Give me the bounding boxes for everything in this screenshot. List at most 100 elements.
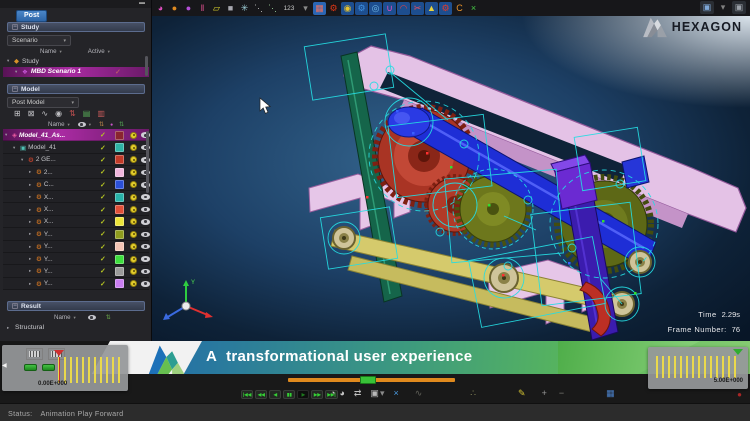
trace-dots-green-icon[interactable]: ⋱ xyxy=(266,2,279,15)
enabled-check[interactable]: ✓ xyxy=(100,144,106,152)
display-bodies-icon[interactable]: ◕ xyxy=(154,2,167,15)
render-mode-icon[interactable] xyxy=(130,243,137,251)
enabled-check[interactable]: ✓ xyxy=(100,156,106,164)
expand-arrow-icon[interactable]: ▾ xyxy=(5,132,12,138)
ball-marker-icon[interactable]: ◉ xyxy=(341,1,354,15)
enabled-check[interactable]: ✓ xyxy=(100,218,106,226)
expand-arrow-icon[interactable]: ▾ xyxy=(21,157,28,163)
active-check[interactable]: ✓ xyxy=(115,68,121,76)
stop-record-icon[interactable]: ● xyxy=(737,390,742,399)
tree-row-part[interactable]: ▸ ⚙ X... ✓ xyxy=(3,191,150,203)
cut-axes-icon[interactable]: ✂ xyxy=(411,1,424,15)
filter-icon[interactable]: ▾ xyxy=(74,315,76,321)
color-swatch[interactable] xyxy=(115,167,124,177)
range-end-button[interactable] xyxy=(42,364,55,371)
enabled-check[interactable]: ✓ xyxy=(100,267,106,275)
visibility-eye-icon[interactable] xyxy=(141,268,150,275)
tree-scrollbar[interactable] xyxy=(146,131,149,193)
tree-row-part[interactable]: ▸ ⚙ 2... ✓ xyxy=(3,166,150,178)
post-model-dropdown[interactable]: Post Model ▾ xyxy=(7,97,79,108)
enabled-check[interactable]: ✓ xyxy=(100,280,106,288)
render-mode-icon[interactable] xyxy=(130,255,137,263)
tab-post[interactable]: Post xyxy=(16,10,48,22)
collapse-icon[interactable]: − xyxy=(12,86,18,92)
curve-dim-icon[interactable]: ∿ xyxy=(415,387,423,399)
timeline-slider-handle[interactable] xyxy=(360,376,376,384)
filter-icon[interactable]: ▾ xyxy=(60,49,62,55)
visibility-eye-icon[interactable] xyxy=(141,243,150,250)
tree-row-part[interactable]: ▸ ⚙ Y... ✓ xyxy=(3,228,150,240)
expand-arrow-icon[interactable]: ▸ xyxy=(29,207,36,213)
visibility-eye-icon[interactable] xyxy=(141,256,150,262)
expand-arrow-icon[interactable]: ▾ xyxy=(7,58,14,64)
record-video-icon[interactable]: ▣ xyxy=(370,387,379,399)
minimize-icon[interactable]: ▬ xyxy=(139,0,145,6)
plot-panel-icon[interactable]: ▦ xyxy=(313,1,326,15)
rotate-c-icon[interactable]: C xyxy=(453,2,466,15)
sphere-orange-icon[interactable]: ● xyxy=(168,2,181,15)
trace-dots-icon[interactable]: ⋱ xyxy=(252,2,265,15)
cube-visibility-icon[interactable]: ■ xyxy=(224,2,237,15)
node-dim-icon[interactable]: ∴ xyxy=(470,387,476,399)
plus-icon[interactable]: + xyxy=(542,387,547,399)
viewport-3d-model[interactable]: Y xyxy=(152,16,750,341)
u-joint-icon[interactable]: ∪ xyxy=(383,1,396,15)
fit-expand-icon[interactable]: × xyxy=(467,2,480,15)
tree-row-part[interactable]: ▸ ⚙ C... ✓ xyxy=(3,179,150,191)
import-table-icon[interactable]: ▤ xyxy=(83,109,91,118)
expand-animation-icon[interactable]: × xyxy=(393,387,398,399)
color-swatch[interactable] xyxy=(115,217,124,227)
eye-column-icon[interactable] xyxy=(87,315,96,320)
color-swatch[interactable] xyxy=(115,155,124,165)
reorder-column-green-icon[interactable]: ⇅ xyxy=(119,121,124,128)
range-start-button[interactable] xyxy=(24,364,37,371)
tree-row-part[interactable]: ▸ ⚙ Y... ✓ xyxy=(3,265,150,277)
color-swatch[interactable] xyxy=(115,130,124,140)
go-start-button[interactable]: |◀◀ xyxy=(241,390,254,399)
export-table-icon[interactable]: ▥ xyxy=(97,109,105,118)
annotate-pencil-icon[interactable]: ✎ xyxy=(518,387,526,399)
hex-gear-icon[interactable]: ⚙ xyxy=(327,2,340,15)
expand-arrow-icon[interactable]: ▾ xyxy=(15,69,22,75)
color-swatch[interactable] xyxy=(115,192,124,202)
record-caret-icon[interactable]: ▾ xyxy=(380,387,385,399)
enabled-check[interactable]: ✓ xyxy=(100,230,106,238)
tree-row-part[interactable]: ▸ ⚙ Y... ✓ xyxy=(3,241,150,253)
visibility-eye-icon[interactable] xyxy=(141,206,150,213)
color-swatch[interactable] xyxy=(115,229,124,239)
tree-row-part[interactable]: ▸ ⚙ X... ✓ xyxy=(3,216,150,228)
speed-dial-icon[interactable]: ◔ xyxy=(330,387,335,399)
reorder-column-icon[interactable]: ⇅ xyxy=(106,314,111,321)
section-header-result[interactable]: − Result xyxy=(7,301,145,311)
end-marker[interactable] xyxy=(733,349,743,360)
play-forward-button[interactable]: ▶ xyxy=(297,390,310,399)
tree-row-model-41[interactable]: ▾ ▣ Model_41 ✓ xyxy=(3,141,150,153)
scenario-row-mbd-scenario-1[interactable]: ▾ ❖ MBD Scenario 1 ✓ xyxy=(3,66,149,77)
enabled-check[interactable]: ✓ xyxy=(100,206,106,214)
timeline-panel-left[interactable]: ◀ 0.00E+000 xyxy=(2,345,128,391)
viewport-single-icon[interactable]: ▣ xyxy=(732,1,746,14)
pause-button[interactable]: ▮▮ xyxy=(283,390,296,399)
color-swatch[interactable] xyxy=(115,279,124,289)
visibility-toggle-icon[interactable]: ◉ xyxy=(55,109,62,118)
tree-row-2-ge[interactable]: ▾ ⚙ 2 GE... ✓ xyxy=(3,154,150,166)
enabled-check[interactable]: ✓ xyxy=(100,193,106,201)
step-back-button[interactable]: ◀ xyxy=(269,390,282,399)
render-mode-icon[interactable] xyxy=(130,131,137,139)
expand-arrow-icon[interactable]: ▸ xyxy=(29,268,36,274)
numbering-label[interactable]: 123 xyxy=(280,2,298,15)
column-name[interactable]: Name xyxy=(48,121,65,128)
minus-icon[interactable]: − xyxy=(559,387,564,399)
layout-caret-icon[interactable]: ▾ xyxy=(716,1,730,14)
tree-row-part[interactable]: ▸ ⚙ X... ✓ xyxy=(3,203,150,215)
gear-red-icon[interactable]: ⚙ xyxy=(439,1,452,15)
expand-arrow-icon[interactable]: ▸ xyxy=(29,256,36,262)
enabled-check[interactable]: ✓ xyxy=(100,168,106,176)
add-table-icon[interactable]: ⊞ xyxy=(14,109,21,118)
lamp-icon[interactable]: ▲ xyxy=(425,1,438,15)
collapse-icon[interactable]: − xyxy=(12,303,18,309)
enabled-check[interactable]: ✓ xyxy=(100,181,106,189)
scenario-scrollbar[interactable] xyxy=(145,56,148,76)
signal-thumbnail-icon[interactable] xyxy=(26,348,43,360)
visibility-eye-icon[interactable] xyxy=(141,231,150,238)
